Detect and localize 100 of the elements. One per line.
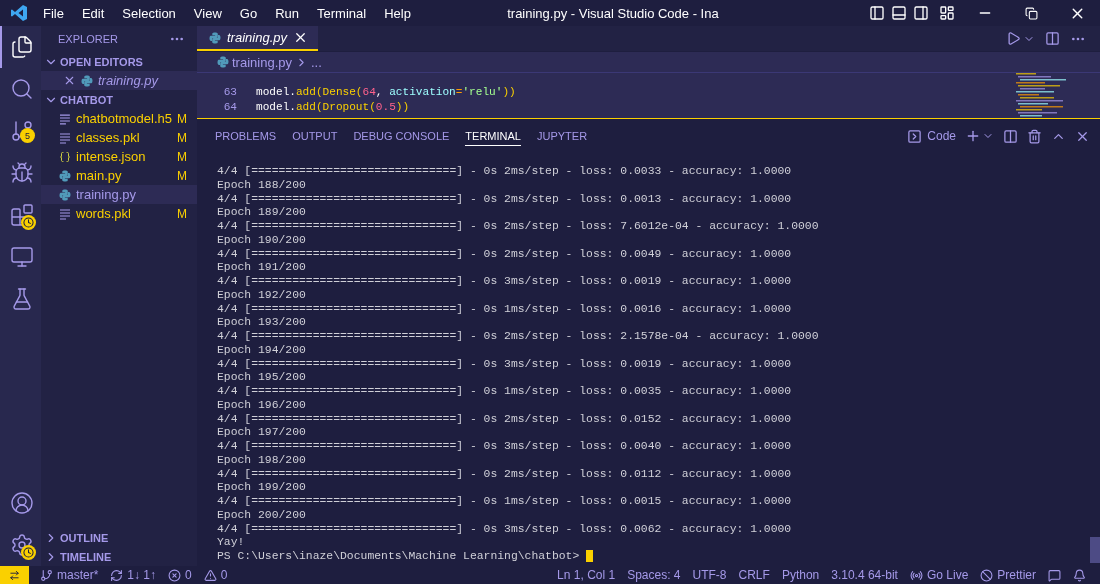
panel-tab[interactable]: TERMINAL xyxy=(465,126,521,146)
feedback-icon xyxy=(1048,568,1061,582)
count-badge: 5 xyxy=(20,128,35,143)
section-header[interactable]: OUTLINE xyxy=(41,528,197,547)
terminal-line: Yay! xyxy=(217,536,246,550)
braces-icon xyxy=(59,150,71,163)
status-item[interactable]: 0 xyxy=(197,568,234,582)
status-item[interactable]: Prettier xyxy=(974,568,1042,582)
status-item[interactable]: 0 xyxy=(162,568,198,582)
split-editor-icon[interactable] xyxy=(1045,31,1060,46)
terminal-line: Epoch 190/200 xyxy=(217,233,307,248)
scrollbar-thumb[interactable] xyxy=(1090,537,1100,563)
terminal-line: 4/4 [==============================] - 0s 1ms/step - loss: 0.0035 - accuracy: 1.0000 xyxy=(217,385,793,399)
status-item[interactable]: Spaces: 4 xyxy=(621,568,687,582)
account-icon[interactable] xyxy=(9,491,34,515)
explorer-entry[interactable]: words.pkl M xyxy=(41,204,197,223)
text-file-icon xyxy=(59,112,71,125)
python-icon xyxy=(81,74,93,87)
file-name: training.py xyxy=(76,187,137,202)
status-item[interactable]: 3.10.4 64-bit xyxy=(825,568,904,582)
terminal-line: Epoch 198/200 xyxy=(217,453,307,468)
left-panel-icon[interactable] xyxy=(869,5,885,21)
split-terminal-icon[interactable] xyxy=(1003,128,1018,144)
extensions-icon[interactable] xyxy=(9,203,34,227)
terminal-prompt: PS C:\Users\inaze\Documents\Machine Learning\chatbot> xyxy=(217,550,580,562)
status-item[interactable]: UTF-8 xyxy=(686,568,733,582)
text-file-icon xyxy=(59,207,71,220)
status-item[interactable]: CRLF xyxy=(732,568,776,582)
terminal-line: Epoch 189/200 xyxy=(217,206,307,220)
terminal-line: 4/4 [==============================] - 0s 1ms/step - loss: 0.0016 - accuracy: 1.0000 xyxy=(217,302,793,317)
remote-icon xyxy=(9,569,20,581)
bell-icon xyxy=(1073,568,1086,582)
terminal-line: 4/4 [==============================] - 0s 2ms/step - loss: 7.6012e-04 - accuracy: 1.0000 xyxy=(217,220,820,234)
explorer-entry[interactable]: intense.json M xyxy=(41,147,197,166)
explorer-entry[interactable]: main.py M xyxy=(41,166,197,185)
section-header[interactable]: OPEN EDITORS xyxy=(41,52,197,71)
terminal-icon[interactable] xyxy=(907,128,923,144)
git-status: M xyxy=(177,149,187,164)
terminal-line: 4/4 [==============================] - 0s 2ms/step - loss: 0.0112 - accuracy: 1.0000 xyxy=(217,467,793,482)
restore-icon[interactable] xyxy=(1024,6,1038,20)
explorer-icon[interactable] xyxy=(9,35,34,59)
menu-item[interactable]: Run xyxy=(266,5,308,21)
file-name: classes.pkl xyxy=(76,130,141,145)
python-icon xyxy=(217,56,229,68)
menu-item[interactable]: Selection xyxy=(113,5,185,21)
menu-item[interactable]: File xyxy=(34,5,73,21)
search-icon[interactable] xyxy=(9,77,34,101)
panel-tab[interactable]: DEBUG CONSOLE xyxy=(353,126,450,146)
bottom-panel-icon[interactable] xyxy=(891,5,907,21)
git-status: M xyxy=(177,130,187,145)
settings-icon[interactable] xyxy=(9,533,34,557)
terminal-line: Epoch 188/200 xyxy=(217,178,307,193)
open-editor-item[interactable]: training.py xyxy=(41,71,197,90)
monitor-icon[interactable] xyxy=(9,245,34,269)
panel-tab[interactable]: PROBLEMS xyxy=(215,126,277,146)
trash-icon[interactable] xyxy=(1027,128,1042,144)
terminal-line: 4/4 [==============================] - 0s 3ms/step - loss: 0.0062 - accuracy: 1.0000 xyxy=(217,522,793,537)
remote-button[interactable] xyxy=(0,566,29,584)
menu-item[interactable]: Terminal xyxy=(308,5,376,21)
panel-tab[interactable]: OUTPUT xyxy=(292,126,338,146)
menu-item[interactable]: Edit xyxy=(72,5,114,21)
explorer-entry[interactable]: training.py xyxy=(41,185,197,204)
run-icon[interactable] xyxy=(1006,31,1021,46)
terminal-line: Epoch 191/200 xyxy=(217,261,307,275)
terminal-line: 4/4 [==============================] - 0s 1ms/step - loss: 0.0015 - accuracy: 1.0000 xyxy=(217,495,793,509)
status-item[interactable]: 1↓ 1↑ xyxy=(104,568,163,582)
explorer-entry[interactable]: classes.pkl M xyxy=(41,128,197,147)
file-name: main.py xyxy=(76,168,123,183)
terminal-profile[interactable]: Code xyxy=(927,129,956,143)
terminal-line: 4/4 [==============================] - 0s 3ms/step - loss: 0.0040 - accuracy: 1.0000 xyxy=(217,440,793,454)
terminal-line: Epoch 199/200 xyxy=(217,481,307,495)
section-header[interactable]: TIMELINE xyxy=(41,547,197,566)
breadcrumb-item[interactable]: ... xyxy=(311,54,322,70)
layout-icon[interactable] xyxy=(939,5,955,21)
run-debug-icon[interactable] xyxy=(9,161,34,185)
editor-tab[interactable]: training.py xyxy=(197,26,318,51)
breadcrumb-item[interactable]: training.py xyxy=(232,54,292,70)
right-panel-icon[interactable] xyxy=(913,5,929,21)
add-terminal-icon[interactable] xyxy=(965,128,981,144)
text-file-icon xyxy=(59,131,71,144)
activity-button[interactable]: 5 xyxy=(0,110,41,152)
close-icon[interactable] xyxy=(293,30,308,45)
menu-item[interactable]: Help xyxy=(375,5,420,21)
menu-item[interactable]: View xyxy=(184,5,231,21)
menu-item[interactable]: Go xyxy=(230,5,267,21)
python-icon xyxy=(59,169,71,182)
section-header[interactable]: CHATBOT xyxy=(41,90,197,109)
terminal-line: 4/4 [==============================] - 0s 2ms/step - loss: 0.0013 - accuracy: 1.0000 xyxy=(217,192,793,207)
explorer-entry[interactable]: chatbotmodel.h5 M xyxy=(41,109,197,128)
source-control-icon[interactable] xyxy=(9,119,34,143)
status-item[interactable]: master* xyxy=(34,568,105,582)
file-name: intense.json xyxy=(76,149,147,164)
git-status: M xyxy=(177,168,187,183)
file-name: training.py xyxy=(98,73,160,88)
status-item[interactable]: Ln 1, Col 1 xyxy=(551,568,622,582)
panel-tab[interactable]: JUPYTER xyxy=(536,126,588,146)
status-item[interactable]: Go Live xyxy=(903,568,975,582)
sync-icon xyxy=(110,568,124,582)
code-line: model.add(Dense(64, activation='relu')) xyxy=(256,85,516,98)
status-item[interactable]: Python xyxy=(775,568,826,582)
